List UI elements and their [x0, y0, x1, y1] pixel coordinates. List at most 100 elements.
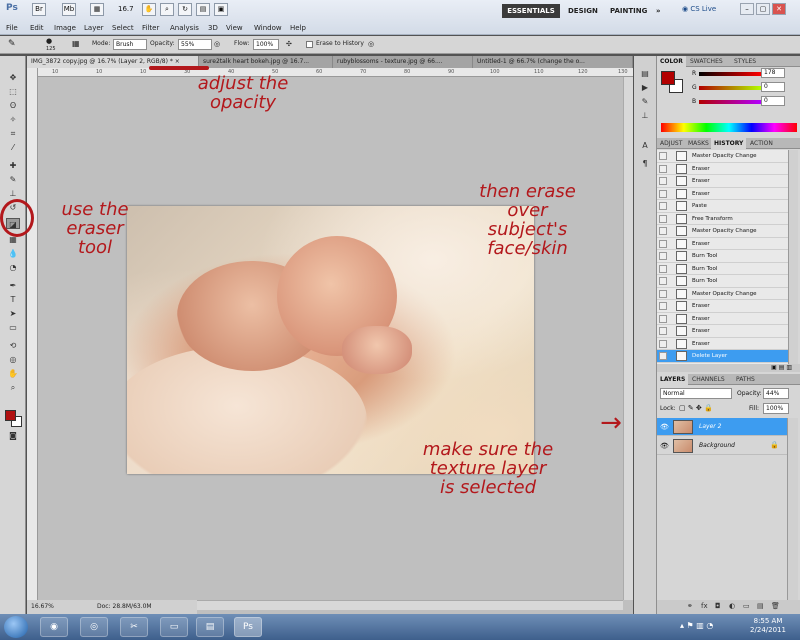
eyedropper-tool-icon[interactable]: ⁄ — [6, 142, 20, 153]
close-button[interactable]: ✕ — [772, 3, 786, 15]
menu-select[interactable]: Select — [112, 24, 134, 32]
history-source-checkbox[interactable] — [659, 289, 667, 298]
3d-orbit-tool-icon[interactable]: ◎ — [6, 354, 20, 365]
firefox-icon[interactable]: ◉ — [40, 617, 68, 637]
history-row[interactable]: Eraser — [657, 163, 788, 175]
menu-help[interactable]: Help — [290, 24, 306, 32]
character-panel-icon[interactable]: A — [639, 140, 651, 151]
arrange-documents-button[interactable]: ▤ — [196, 3, 210, 16]
clone-source-panel-icon[interactable]: ⊥ — [639, 110, 651, 121]
explorer-folder-icon[interactable]: ▭ — [160, 617, 188, 637]
tab-styles[interactable]: STYLES — [731, 56, 759, 67]
history-row[interactable]: Burn Tool — [657, 250, 788, 263]
new-snapshot-icon[interactable]: ▣ — [771, 364, 779, 371]
history-row[interactable]: Eraser — [657, 313, 788, 325]
zoom-tool-icon[interactable]: ⌕ — [6, 382, 20, 393]
marquee-tool-icon[interactable]: ⬚ — [6, 86, 20, 97]
hand-view-button[interactable]: ✋ — [142, 3, 156, 16]
workspace-essentials[interactable]: ESSENTIALS — [502, 4, 560, 18]
history-source-checkbox[interactable] — [659, 239, 667, 248]
history-source-checkbox[interactable] — [659, 164, 667, 173]
tab-actions[interactable]: ACTION — [747, 138, 776, 149]
minimize-button[interactable]: – — [740, 3, 754, 15]
pdf-icon[interactable]: ▤ — [196, 617, 224, 637]
history-row[interactable]: Eraser — [657, 325, 788, 338]
clone-stamp-tool-icon[interactable]: ⊥ — [6, 188, 20, 199]
history-row[interactable]: Eraser — [657, 338, 788, 350]
b-value[interactable]: 0 — [761, 96, 785, 106]
history-row[interactable]: Eraser — [657, 238, 788, 250]
history-scrollbar[interactable] — [788, 150, 798, 364]
history-source-checkbox[interactable] — [659, 327, 667, 335]
layer-row-layer-2[interactable]: 👁 Layer 2 — [657, 418, 787, 436]
layer-opacity-input[interactable]: 44% — [763, 388, 789, 399]
start-button[interactable] — [4, 616, 28, 638]
layer-style-icon[interactable]: fx — [701, 602, 708, 610]
menu-edit[interactable]: Edit — [30, 24, 44, 32]
history-row[interactable]: Free Transform — [657, 213, 788, 225]
menu-file[interactable]: File — [6, 24, 18, 32]
history-source-checkbox[interactable] — [659, 302, 667, 310]
flow-input[interactable]: 100% — [253, 39, 279, 50]
history-source-checkbox[interactable] — [659, 227, 667, 235]
3d-rotate-tool-icon[interactable]: ⟲ — [6, 340, 20, 351]
tab-paths[interactable]: PATHS — [733, 374, 758, 385]
add-mask-icon[interactable]: ◘ — [715, 602, 721, 610]
history-source-checkbox[interactable] — [659, 277, 667, 285]
type-tool-icon[interactable]: T — [6, 294, 20, 305]
pressure-size-icon[interactable]: ◎ — [368, 40, 374, 48]
brushes-panel-icon[interactable]: ✎ — [639, 96, 651, 107]
tab-history[interactable]: HISTORY — [711, 138, 747, 149]
brush-preview-icon[interactable]: ● — [46, 37, 52, 45]
history-row[interactable]: Paste — [657, 200, 788, 213]
brush-tool-icon[interactable]: ✎ — [6, 174, 20, 185]
chrome-icon[interactable]: ◎ — [80, 617, 108, 637]
eraser-tool-preset-icon[interactable]: ✎ — [8, 39, 16, 49]
tab-adjustments[interactable]: ADJUST — [657, 138, 685, 149]
pressure-opacity-icon[interactable]: ◎ — [214, 40, 220, 48]
maximize-button[interactable]: ▢ — [756, 3, 770, 15]
tab-sure2talk[interactable]: sure2talk heart bokeh.jpg @ 16.7... — [199, 56, 333, 68]
history-row[interactable]: Burn Tool — [657, 275, 788, 288]
mini-bridge-button[interactable]: Mb — [62, 3, 76, 16]
history-panel-icon[interactable]: ▤ — [639, 68, 651, 79]
vertical-scrollbar[interactable] — [623, 77, 633, 600]
adjustment-layer-icon[interactable]: ◐ — [729, 602, 735, 610]
healing-brush-tool-icon[interactable]: ✚ — [6, 160, 20, 171]
lock-icons[interactable]: ▢ ✎ ✥ 🔒 — [679, 404, 713, 412]
layers-scrollbar[interactable] — [787, 418, 798, 600]
blur-tool-icon[interactable]: 💧 — [6, 248, 20, 259]
color-spectrum[interactable] — [661, 123, 797, 132]
path-select-tool-icon[interactable]: ➤ — [6, 308, 20, 319]
blend-mode-select[interactable]: Normal — [660, 388, 732, 399]
menu-filter[interactable]: Filter — [142, 24, 159, 32]
history-source-checkbox[interactable] — [659, 339, 667, 348]
tab-untitled-1[interactable]: Untitled-1 @ 66.7% (change the o... — [473, 56, 633, 68]
g-slider[interactable] — [699, 86, 761, 90]
tab-color[interactable]: COLOR — [657, 56, 686, 67]
history-source-checkbox[interactable] — [659, 177, 667, 185]
menu-3d[interactable]: 3D — [208, 24, 218, 32]
workspace-painting[interactable]: PAINTING — [606, 4, 650, 18]
history-row[interactable]: Burn Tool — [657, 263, 788, 275]
menu-image[interactable]: Image — [54, 24, 76, 32]
actions-panel-icon[interactable]: ▶ — [639, 82, 651, 93]
photoshop-taskbar-icon[interactable]: Ps — [234, 617, 262, 637]
layer-row-background[interactable]: 👁 Background 🔒 — [657, 437, 787, 455]
new-group-icon[interactable]: ▭ — [743, 602, 750, 610]
color-panel-foreground[interactable] — [661, 71, 675, 85]
menu-layer[interactable]: Layer — [84, 24, 104, 32]
history-source-checkbox[interactable] — [659, 189, 667, 198]
airbrush-icon[interactable]: ✣ — [286, 40, 292, 48]
hand-tool-icon[interactable]: ✋ — [6, 368, 20, 379]
history-row[interactable]: Master Opacity Change — [657, 288, 788, 300]
history-source-checkbox[interactable] — [659, 264, 667, 273]
pen-tool-icon[interactable]: ✒ — [6, 280, 20, 291]
new-layer-icon[interactable]: ▤ — [757, 602, 764, 610]
delete-layer-icon[interactable]: 🗑 — [771, 602, 780, 610]
dodge-tool-icon[interactable]: ◔ — [6, 262, 20, 273]
brush-panel-icon[interactable]: ▦ — [72, 39, 80, 48]
shape-tool-icon[interactable]: ▭ — [6, 322, 20, 333]
link-layers-icon[interactable]: ⚭ — [687, 602, 693, 610]
extras-button[interactable]: ▦ — [90, 3, 104, 16]
